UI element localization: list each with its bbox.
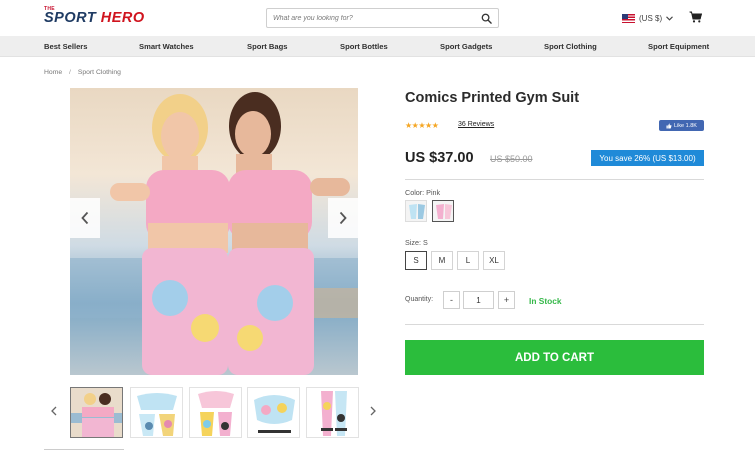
chevron-left-icon bbox=[81, 211, 89, 225]
nav-item-sport-bottles[interactable]: Sport Bottles bbox=[340, 42, 388, 51]
thumbnail-3[interactable] bbox=[189, 387, 242, 438]
size-option-s[interactable]: S bbox=[405, 251, 427, 270]
price-divider bbox=[405, 179, 704, 180]
site-logo[interactable]: THE SPORT HERO bbox=[44, 6, 168, 27]
thumbnail-image bbox=[248, 388, 299, 437]
thumbs-prev-button[interactable] bbox=[49, 404, 59, 418]
size-option-xl[interactable]: XL bbox=[483, 251, 505, 270]
thumbnail-image bbox=[190, 388, 241, 437]
color-label: Color: Pink bbox=[405, 188, 441, 197]
facebook-like-button[interactable]: Like 1.8K bbox=[659, 120, 704, 131]
thumbnail-image bbox=[131, 388, 182, 437]
quantity-decrease-button[interactable]: - bbox=[443, 291, 460, 309]
image-prev-button[interactable] bbox=[70, 198, 100, 238]
nav-item-sport-bags[interactable]: Sport Bags bbox=[247, 42, 288, 51]
breadcrumb: Home / Sport Clothing bbox=[44, 69, 121, 76]
nav-item-smart-watches[interactable]: Smart Watches bbox=[139, 42, 194, 51]
currency-selector[interactable]: (US $) bbox=[622, 12, 674, 24]
search-input[interactable] bbox=[273, 12, 473, 25]
thumbnail-5[interactable] bbox=[306, 387, 359, 438]
thumbnail-image bbox=[71, 388, 122, 437]
quantity-input[interactable] bbox=[463, 291, 494, 309]
facebook-like-label: Like 1.8K bbox=[674, 122, 697, 129]
flag-us-icon bbox=[622, 13, 635, 23]
search-icon[interactable] bbox=[481, 13, 492, 24]
image-next-button[interactable] bbox=[328, 198, 358, 238]
product-title: Comics Printed Gym Suit bbox=[405, 90, 580, 106]
quantity-divider bbox=[405, 324, 704, 325]
nav-item-best-sellers[interactable]: Best Sellers bbox=[44, 42, 87, 51]
stock-status: In Stock bbox=[529, 296, 562, 306]
logo-text: SPORT HERO bbox=[44, 10, 145, 26]
site-header: THE SPORT HERO (US $) bbox=[0, 0, 755, 36]
thumbs-next-button[interactable] bbox=[368, 404, 378, 418]
thumbnail-2[interactable] bbox=[130, 387, 183, 438]
savings-badge: You save 26% (US $13.00) bbox=[591, 150, 704, 166]
product-price: US $37.00 bbox=[405, 150, 474, 166]
thumbnail-image bbox=[307, 388, 358, 437]
quantity-increase-button[interactable]: + bbox=[498, 291, 515, 309]
currency-label: (US $) bbox=[639, 13, 663, 23]
quantity-label: Quantity: bbox=[405, 296, 434, 303]
product-photo bbox=[70, 92, 358, 375]
chevron-down-icon bbox=[666, 15, 674, 21]
color-swatch-blue[interactable] bbox=[405, 200, 427, 222]
thumbnail-1[interactable] bbox=[70, 387, 123, 438]
add-to-cart-button[interactable]: ADD TO CART bbox=[405, 340, 704, 375]
size-option-m[interactable]: M bbox=[431, 251, 453, 270]
nav-item-sport-gadgets[interactable]: Sport Gadgets bbox=[440, 42, 492, 51]
nav-item-sport-clothing[interactable]: Sport Clothing bbox=[544, 42, 597, 51]
chevron-right-icon bbox=[339, 211, 347, 225]
product-old-price: US $50.00 bbox=[490, 154, 533, 164]
size-label: Size: S bbox=[405, 238, 428, 247]
breadcrumb-current[interactable]: Sport Clothing bbox=[78, 69, 121, 76]
nav-item-sport-equipment[interactable]: Sport Equipment bbox=[648, 42, 709, 51]
color-swatch-pink[interactable] bbox=[432, 200, 454, 222]
search-bar bbox=[266, 8, 499, 28]
breadcrumb-home[interactable]: Home bbox=[44, 69, 62, 76]
breadcrumb-separator: / bbox=[69, 69, 71, 76]
main-nav: Best Sellers Smart Watches Sport Bags Sp… bbox=[0, 36, 755, 57]
thumbs-up-icon bbox=[666, 123, 672, 128]
product-main-image bbox=[70, 88, 358, 375]
reviews-link[interactable]: 36 Reviews bbox=[458, 121, 494, 128]
thumbnail-4[interactable] bbox=[247, 387, 300, 438]
cart-icon[interactable] bbox=[689, 11, 702, 23]
size-option-l[interactable]: L bbox=[457, 251, 479, 270]
rating-stars-icon: ★★★★★ bbox=[405, 121, 439, 130]
